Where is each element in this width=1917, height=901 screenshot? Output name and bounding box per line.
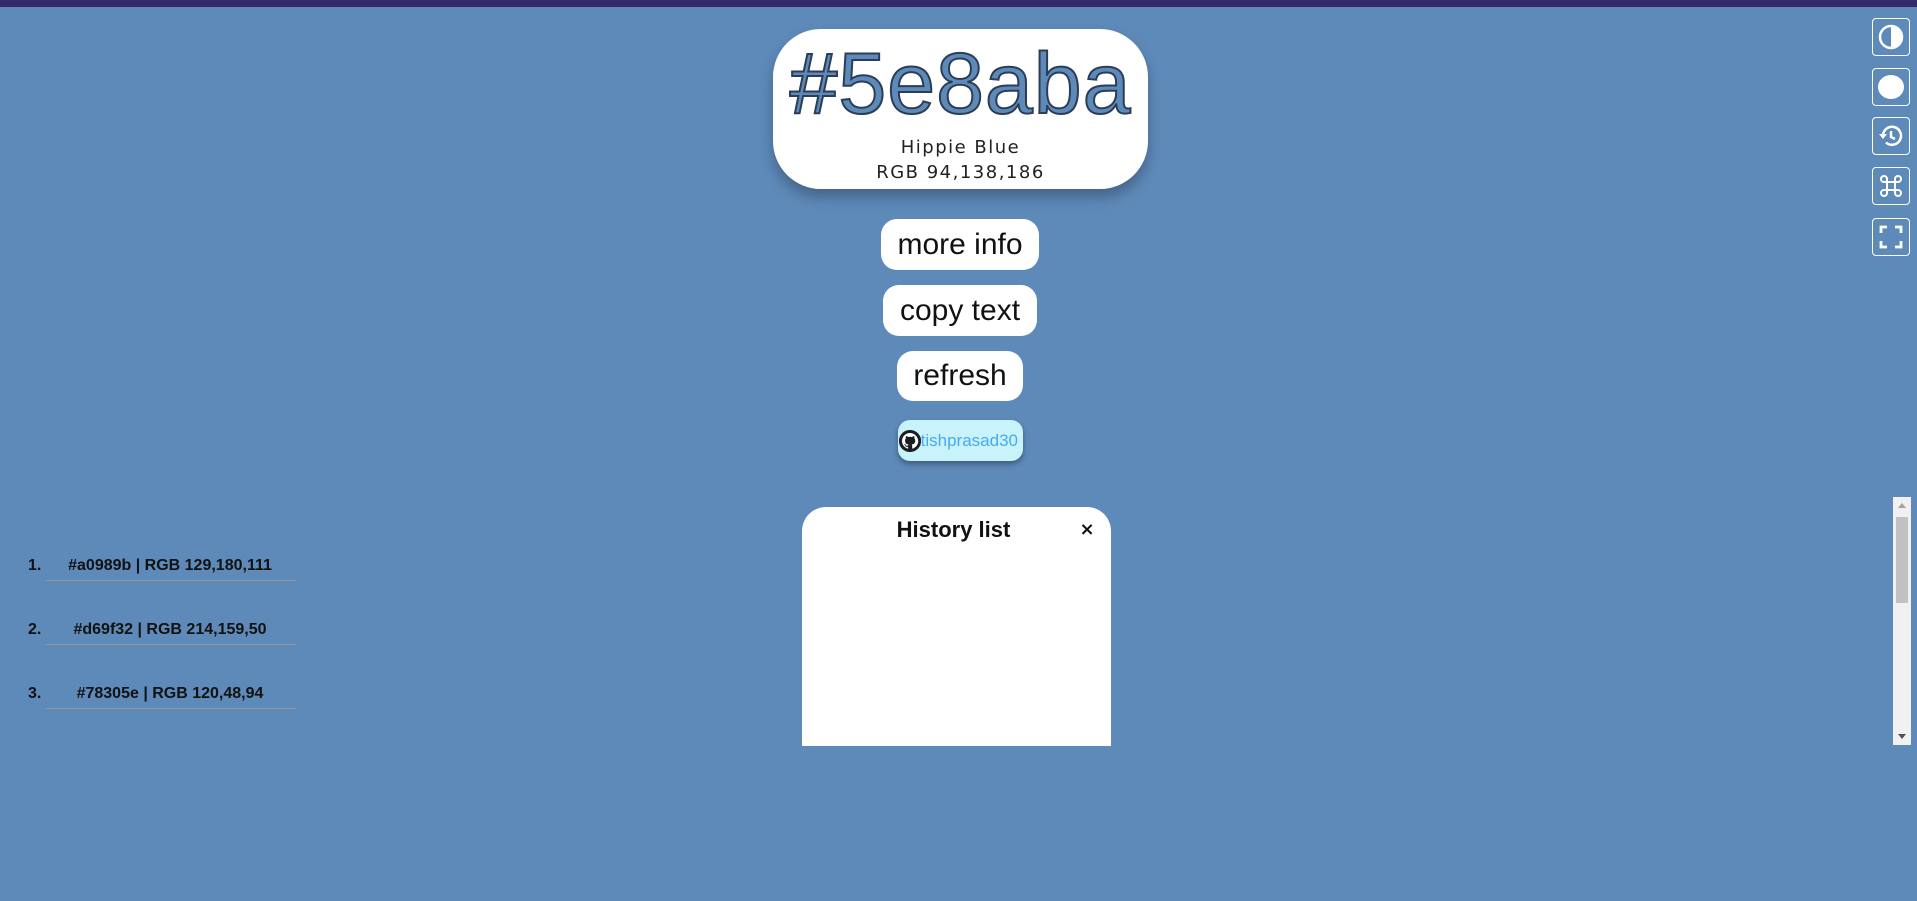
history-item-text[interactable]: #a0989b | RGB 129,180,111 <box>46 557 294 575</box>
history-item[interactable]: 2. #d69f32 | RGB 214,159,50 <box>0 615 309 651</box>
history-item-number: 2. <box>28 621 42 638</box>
history-scrollbar[interactable] <box>1893 497 1911 745</box>
contrast-icon[interactable] <box>1872 18 1910 56</box>
color-card: #5e8aba Hippie Blue RGB 94,138,186 <box>773 29 1148 189</box>
history-item-number: 3. <box>28 685 42 702</box>
history-close-icon[interactable]: × <box>1078 519 1096 540</box>
history-icon[interactable] <box>1872 117 1910 155</box>
top-bar <box>0 0 1917 7</box>
color-hex: #5e8aba <box>789 36 1132 132</box>
more-info-button[interactable]: more info <box>881 219 1039 270</box>
history-item-number: 1. <box>28 557 42 574</box>
scroll-down-arrow-icon[interactable] <box>1893 729 1911 745</box>
circle-icon[interactable] <box>1872 68 1910 106</box>
history-item-divider <box>46 708 296 709</box>
scroll-up-arrow-icon[interactable] <box>1893 497 1911 513</box>
github-icon <box>899 430 921 452</box>
scrollbar-thumb[interactable] <box>1896 517 1908 603</box>
command-icon[interactable] <box>1872 167 1910 205</box>
copy-text-button[interactable]: copy text <box>883 285 1037 336</box>
color-name: Hippie Blue <box>900 137 1021 158</box>
github-link[interactable]: atishprasad30 <box>898 420 1023 461</box>
history-panel: History list × <box>802 507 1111 746</box>
history-item-divider <box>46 580 296 581</box>
color-rgb: RGB 94,138,186 <box>876 162 1045 183</box>
history-item-text[interactable]: #d69f32 | RGB 214,159,50 <box>46 621 294 639</box>
fullscreen-icon[interactable] <box>1872 218 1910 256</box>
history-item[interactable]: 3. #78305e | RGB 120,48,94 <box>0 679 309 715</box>
history-item-text[interactable]: #78305e | RGB 120,48,94 <box>46 685 294 703</box>
refresh-button[interactable]: refresh <box>897 351 1023 401</box>
history-title: History list <box>896 517 1011 542</box>
history-item-divider <box>46 644 296 645</box>
history-item[interactable]: 1. #a0989b | RGB 129,180,111 <box>0 551 309 587</box>
